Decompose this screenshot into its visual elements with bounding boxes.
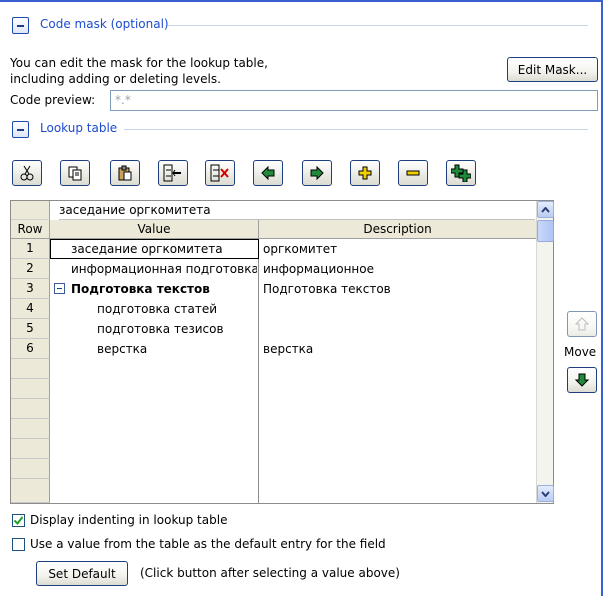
- move-up-button[interactable]: [567, 311, 597, 337]
- code-mask-description: You can edit the mask for the lookup tab…: [10, 55, 268, 87]
- arrow-up-icon: [575, 317, 589, 331]
- code-preview-field: *.*: [110, 90, 598, 111]
- value-cell[interactable]: подготовка тезисов: [97, 320, 257, 338]
- row-number-empty: [11, 479, 50, 503]
- row-number[interactable]: 4: [11, 299, 50, 319]
- value-cell[interactable]: информационная подготовка: [71, 260, 257, 278]
- row-number-empty: [11, 419, 50, 439]
- value-cell[interactable]: заседание оргкомитета: [71, 240, 257, 258]
- chevron-down-icon: [541, 490, 550, 497]
- row-number[interactable]: 3: [11, 279, 50, 299]
- chevron-up-icon: [541, 206, 550, 213]
- lookup-table-title[interactable]: Lookup table: [40, 121, 117, 135]
- description-cell[interactable]: оргкомитет: [263, 240, 533, 258]
- section-divider: [168, 25, 588, 26]
- code-mask-collapse-button[interactable]: [12, 17, 29, 34]
- lookup-table-collapse-button[interactable]: [12, 121, 29, 138]
- move-left-icon: [261, 166, 275, 180]
- row-number-empty: [11, 399, 50, 419]
- arrow-down-icon: [575, 373, 589, 387]
- row-number[interactable]: 6: [11, 339, 50, 359]
- checkmark-icon: [13, 516, 24, 526]
- delete-level-icon: [210, 164, 229, 182]
- scroll-thumb[interactable]: [537, 220, 554, 242]
- cut-button[interactable]: [12, 160, 42, 186]
- delete-level-button[interactable]: [205, 160, 235, 186]
- grid-edit-field[interactable]: заседание оргкомитета: [59, 202, 535, 220]
- paste-button[interactable]: [110, 160, 140, 186]
- value-cell[interactable]: подготовка статей: [97, 300, 257, 318]
- copy-button[interactable]: [60, 160, 90, 186]
- display-indenting-checkbox[interactable]: [12, 514, 25, 527]
- move-right-button[interactable]: [302, 160, 332, 186]
- set-default-button[interactable]: Set Default: [36, 561, 128, 586]
- move-right-icon: [310, 166, 324, 180]
- description-line: You can edit the mask for the lookup tab…: [10, 56, 268, 70]
- insert-level-button[interactable]: [158, 160, 188, 186]
- scroll-up-button[interactable]: [537, 201, 554, 218]
- window-top-border: [0, 0, 603, 2]
- description-cell[interactable]: Подготовка текстов: [263, 280, 533, 298]
- move-left-button[interactable]: [253, 160, 283, 186]
- add-icon: [358, 166, 372, 180]
- code-mask-title[interactable]: Code mask (optional): [40, 17, 169, 31]
- scroll-down-button[interactable]: [537, 485, 554, 502]
- description-cell[interactable]: верстка: [263, 340, 533, 358]
- row-number-empty: [11, 359, 50, 379]
- lookup-grid[interactable]: заседание оргкомитета Row Value Descript…: [10, 200, 554, 504]
- row-number[interactable]: 1: [11, 239, 50, 259]
- paste-icon: [118, 165, 132, 181]
- remove-icon: [406, 170, 420, 176]
- value-cell[interactable]: Подготовка текстов: [71, 280, 257, 298]
- row-number[interactable]: 2: [11, 259, 50, 279]
- edit-mask-button[interactable]: Edit Mask...: [507, 57, 598, 82]
- row-number-empty: [11, 379, 50, 399]
- cut-icon: [20, 165, 34, 181]
- add-multiple-button[interactable]: [446, 160, 476, 186]
- collapse-node-icon[interactable]: [54, 283, 65, 294]
- use-default-checkbox[interactable]: [12, 538, 25, 551]
- description-line: including adding or deleting levels.: [10, 72, 221, 86]
- column-header-description[interactable]: Description: [259, 220, 537, 239]
- column-header-row: Row: [11, 220, 50, 239]
- row-number-empty: [11, 439, 50, 459]
- move-down-button[interactable]: [567, 367, 597, 393]
- section-divider: [124, 129, 588, 130]
- column-divider: [258, 239, 259, 503]
- insert-level-icon: [163, 164, 181, 182]
- add-button[interactable]: [350, 160, 380, 186]
- grid-body: 1 2 3 4 5 6 заседание оргкомитета оргком…: [11, 239, 537, 503]
- copy-icon: [68, 166, 82, 181]
- display-indenting-label[interactable]: Display indenting in lookup table: [30, 513, 227, 527]
- value-cell[interactable]: верстка: [97, 340, 257, 358]
- code-preview-label: Code preview:: [10, 93, 96, 107]
- description-cell[interactable]: информационное: [263, 260, 533, 278]
- grid-corner: [11, 201, 50, 220]
- grid-vertical-scrollbar[interactable]: [536, 201, 554, 503]
- row-number[interactable]: 5: [11, 319, 50, 339]
- row-number-empty: [11, 459, 50, 479]
- move-label: Move: [564, 345, 597, 359]
- use-default-label[interactable]: Use a value from the table as the defaul…: [30, 537, 386, 551]
- set-default-hint: (Click button after selecting a value ab…: [140, 566, 400, 580]
- remove-button[interactable]: [398, 160, 428, 186]
- add-multiple-icon: [451, 164, 471, 182]
- column-header-value[interactable]: Value: [50, 220, 259, 239]
